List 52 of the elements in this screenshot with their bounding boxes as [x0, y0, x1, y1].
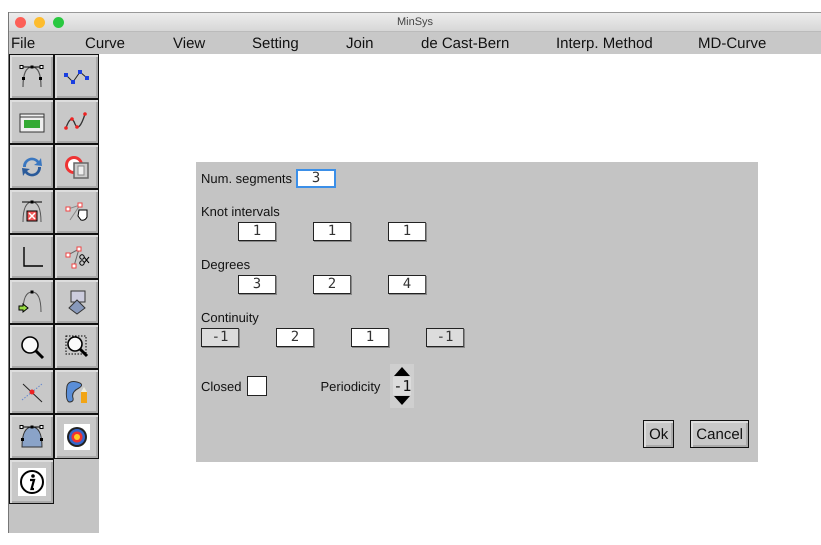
tool-button[interactable] [9, 189, 54, 234]
menu-item[interactable]: de Cast-Bern [419, 34, 554, 52]
tool-button[interactable] [54, 99, 99, 144]
input-field[interactable]: 2 [276, 328, 314, 347]
filled-curve-icon [18, 422, 46, 450]
tool-button[interactable] [54, 324, 99, 369]
window-title: MinSys [396, 16, 434, 28]
spinner-value[interactable]: -1 [393, 377, 412, 395]
tool-button[interactable] [54, 369, 99, 414]
input-field[interactable]: 2 [313, 275, 351, 294]
info-icon [18, 468, 46, 496]
input-field[interactable]: 1 [313, 222, 351, 241]
tool-button[interactable] [9, 144, 54, 189]
checkbox-label: Closed [201, 378, 242, 394]
menu-item[interactable]: Curve [83, 34, 171, 52]
tool-button[interactable] [54, 189, 99, 234]
dialog-button[interactable]: Cancel [690, 420, 749, 448]
tool-button[interactable] [9, 324, 54, 369]
field-label: Continuity [201, 310, 260, 325]
tool-button[interactable] [9, 99, 54, 144]
menu-item[interactable]: MD-Curve [696, 34, 821, 52]
field-label: Degrees [201, 257, 252, 272]
target-icon [62, 422, 90, 450]
tool-button[interactable] [9, 234, 54, 279]
input-field[interactable]: 1 [351, 328, 389, 347]
tool-button[interactable] [9, 54, 54, 99]
input-field[interactable]: 1 [388, 222, 426, 241]
input-field[interactable]: 1 [238, 222, 276, 241]
tool-button[interactable] [9, 459, 54, 504]
tool-button[interactable] [54, 414, 99, 459]
tool-button[interactable] [54, 234, 99, 279]
tool-button[interactable] [54, 279, 99, 324]
dialog-button[interactable]: Ok [643, 420, 674, 448]
menu-item[interactable]: Join [344, 34, 419, 52]
tool-button[interactable] [54, 144, 99, 189]
tool-button[interactable] [9, 279, 54, 324]
input-field[interactable]: 3 [296, 169, 336, 188]
tool-button[interactable] [54, 54, 99, 99]
field-label: Periodicity [320, 378, 380, 394]
checkbox[interactable] [247, 376, 268, 396]
input-field[interactable]: 4 [388, 275, 426, 294]
menu-item[interactable]: Interp. Method [554, 34, 696, 52]
field-label: Knot intervals [201, 204, 281, 219]
menu-item[interactable]: File [9, 34, 83, 52]
up-arrow-icon[interactable] [392, 365, 412, 377]
menu-item[interactable]: View [171, 34, 250, 52]
menu-item[interactable]: Setting [250, 34, 344, 52]
field-label: Num. segments [201, 171, 292, 186]
tool-button[interactable] [9, 369, 54, 414]
down-arrow-icon[interactable] [392, 395, 412, 407]
tool-button[interactable] [9, 414, 54, 459]
input-field[interactable]: 3 [238, 275, 276, 294]
